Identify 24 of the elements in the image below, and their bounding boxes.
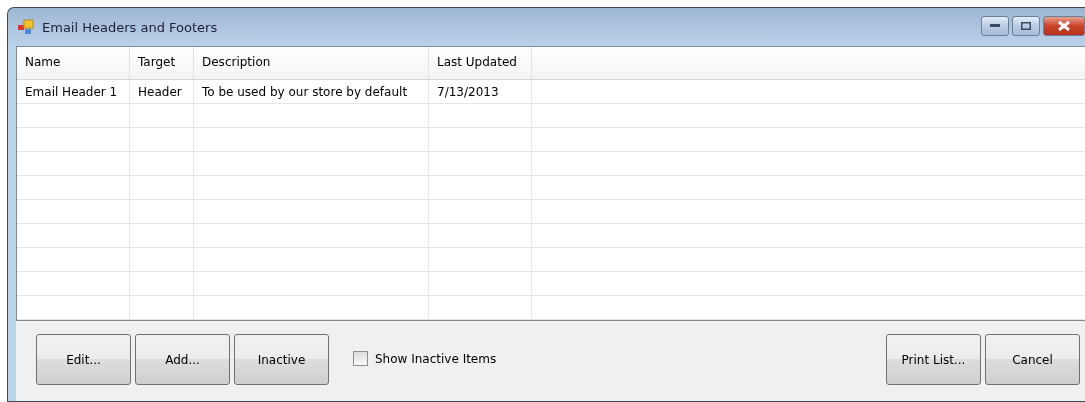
maximize-icon <box>1021 22 1031 30</box>
checkbox-label: Show Inactive Items <box>375 351 497 366</box>
table-row[interactable]: Email Header 1 Header To be used by our store by default 7/13/2013 <box>17 80 1085 104</box>
column-header[interactable]: Name <box>17 47 130 79</box>
action-button[interactable]: Add... <box>135 334 230 385</box>
action-button[interactable]: Cancel <box>985 334 1080 385</box>
column-header[interactable]: Last Updated <box>429 47 532 79</box>
column-header[interactable]: Description <box>194 47 429 79</box>
close-icon <box>1058 21 1070 31</box>
table-cell: 7/13/2013 <box>429 80 532 103</box>
minimize-button[interactable] <box>981 16 1009 36</box>
table-cell: Header <box>130 80 194 103</box>
close-button[interactable] <box>1043 16 1085 36</box>
maximize-button[interactable] <box>1012 16 1040 36</box>
action-button[interactable]: Edit... <box>36 334 131 385</box>
checkbox[interactable] <box>353 351 368 366</box>
action-button[interactable]: Print List... <box>886 334 981 385</box>
column-header[interactable]: Target <box>130 47 194 79</box>
window-title: Email Headers and Footers <box>42 19 218 35</box>
minimize-icon <box>990 24 1000 28</box>
table-cell: Email Header 1 <box>17 80 130 103</box>
table-cell: To be used by our store by default <box>194 80 429 103</box>
app-icon <box>18 19 36 35</box>
action-button[interactable]: Inactive <box>234 334 329 385</box>
